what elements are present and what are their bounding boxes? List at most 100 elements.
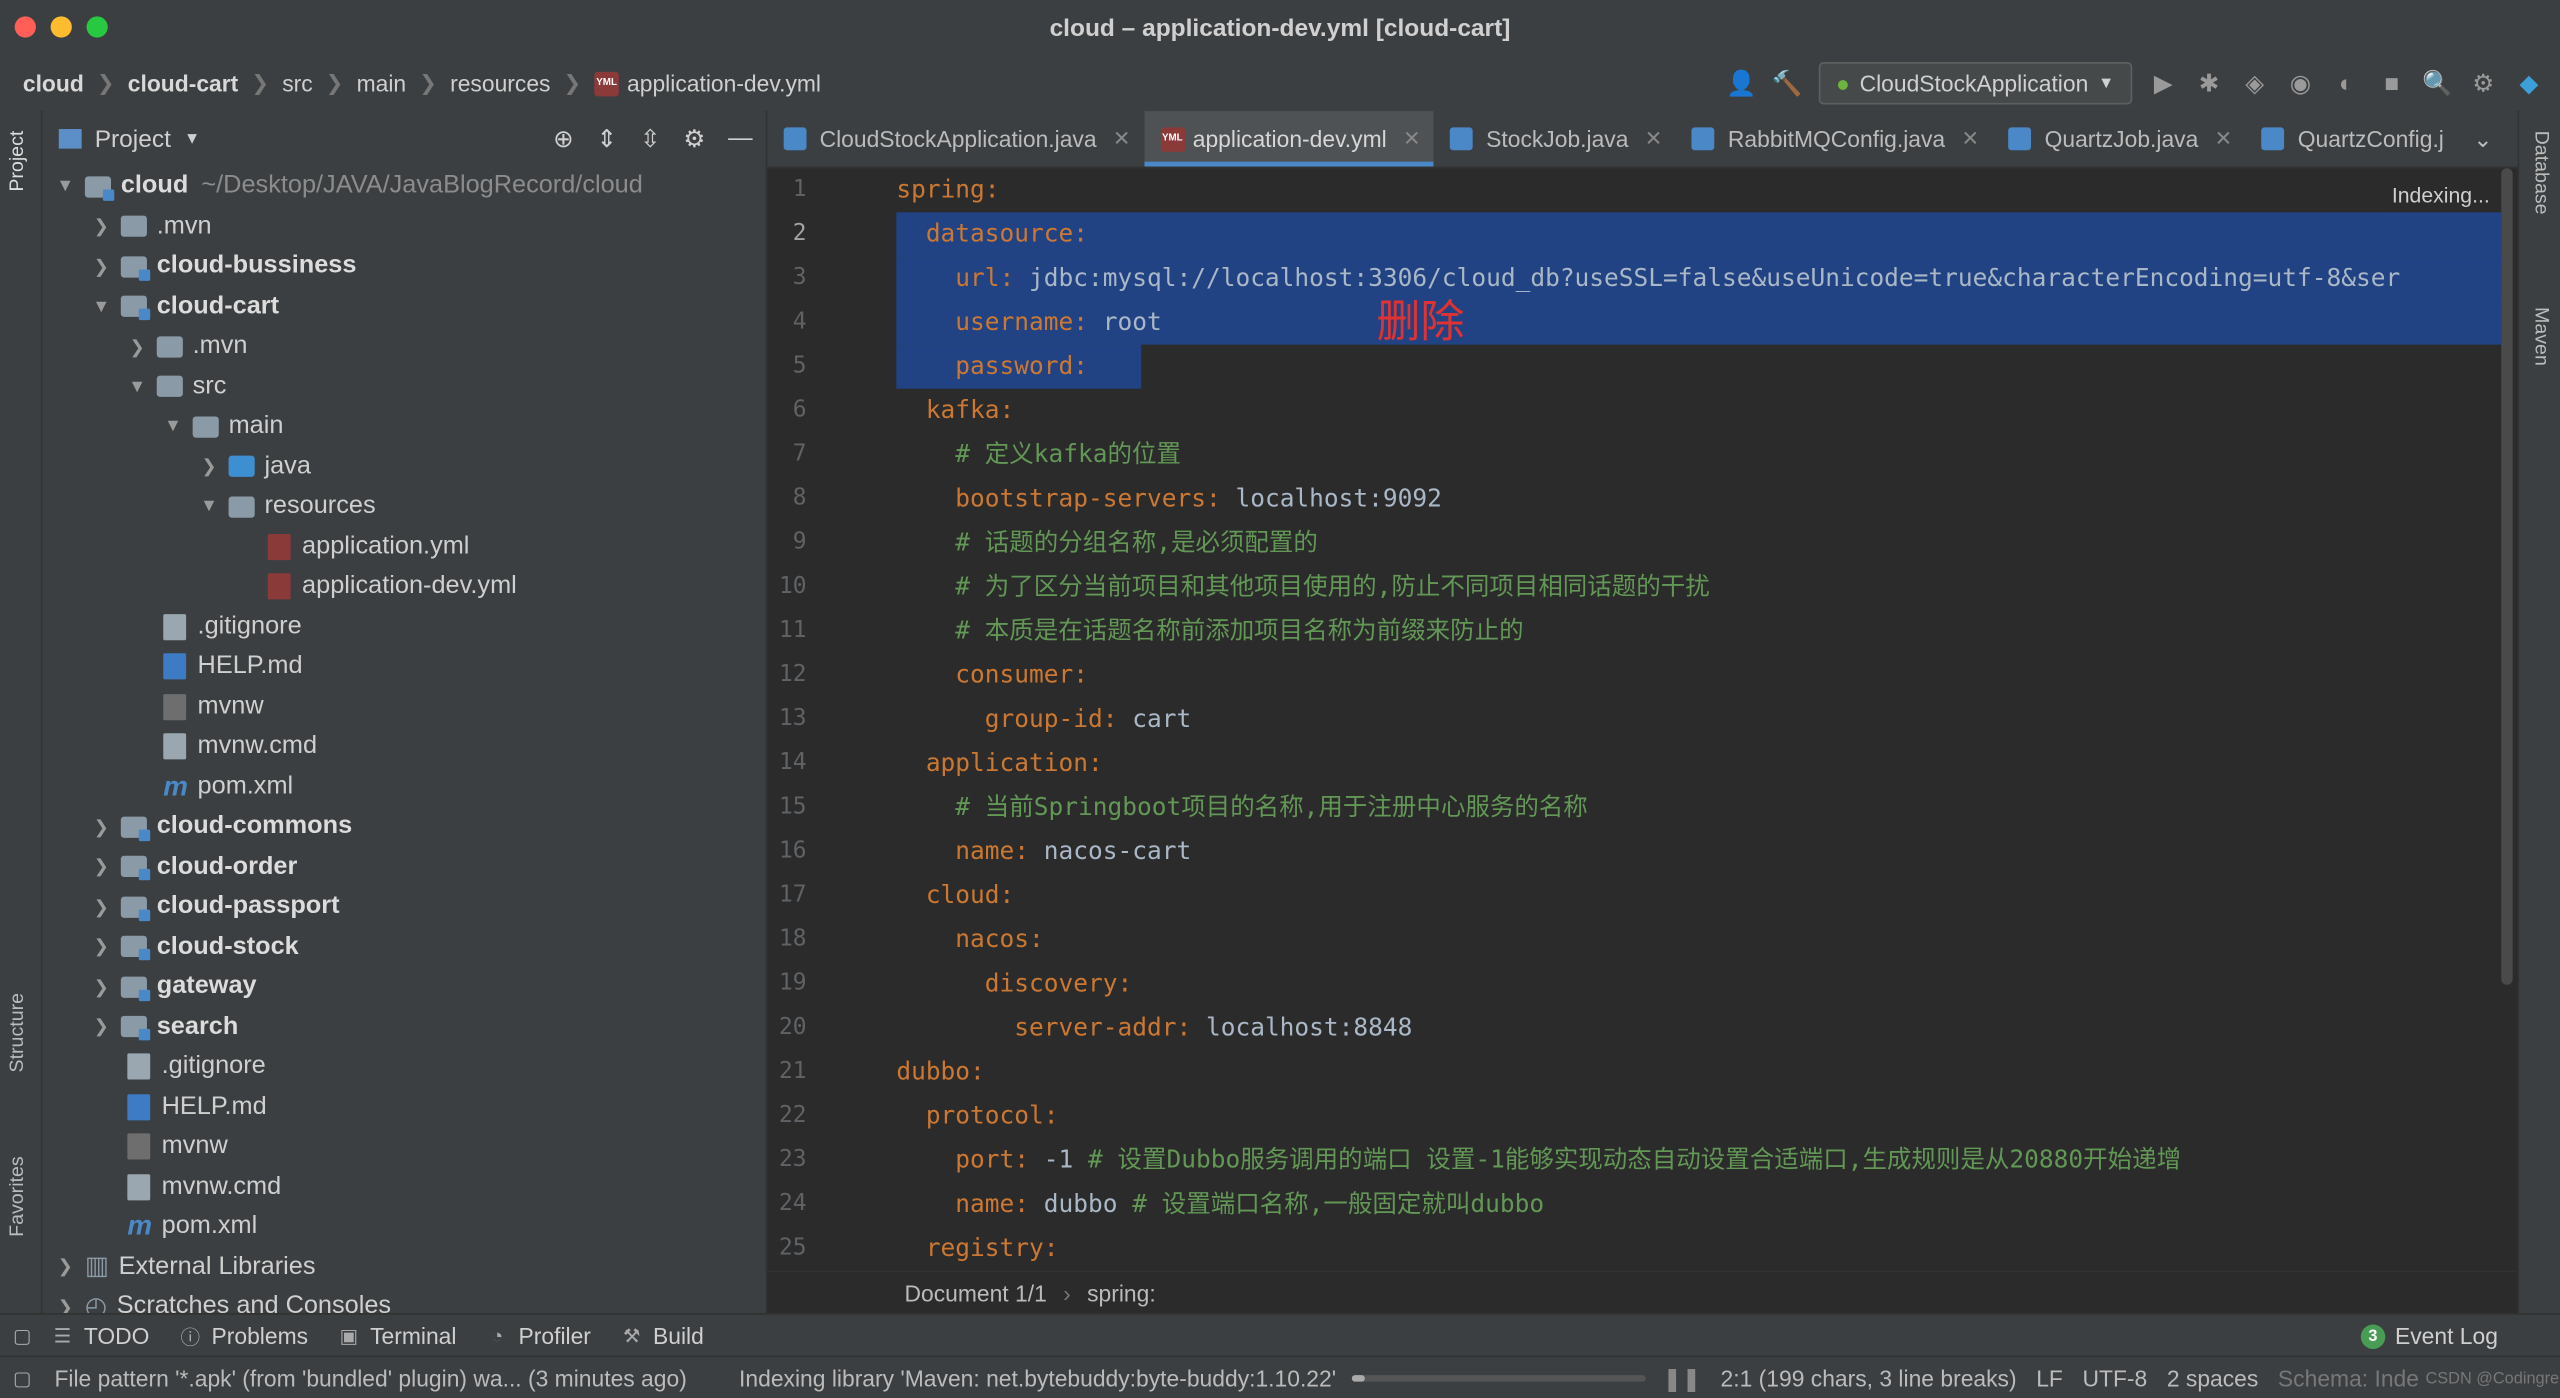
tool-window-build[interactable]: ⚒ Build [620, 1323, 704, 1349]
collapse-all-icon[interactable]: ⇳ [640, 124, 661, 154]
code-line[interactable]: # 当前Springboot项目的名称,用于注册中心服务的名称 [896, 786, 2501, 830]
chevron-right-icon[interactable]: ❯ [56, 1296, 76, 1313]
breadcrumb-item[interactable]: cloud-cart [128, 70, 239, 96]
breadcrumb-item[interactable]: application-dev.yml [627, 70, 821, 96]
tab-database[interactable]: Database [2531, 131, 2554, 215]
chevron-right-icon[interactable]: ❯ [127, 336, 147, 358]
indent-setting[interactable]: 2 spaces [2167, 1365, 2259, 1391]
chevron-down-icon[interactable]: ▼ [163, 417, 183, 437]
caret-position[interactable]: 2:1 (199 chars, 3 line breaks) [1721, 1365, 2017, 1391]
code-line[interactable]: password: [896, 344, 1142, 389]
tree-item[interactable]: m pom.xml [42, 767, 765, 807]
indexing-status[interactable]: Indexing library 'Maven: net.bytebuddy:b… [739, 1365, 1336, 1391]
code-line[interactable]: kafka: [896, 389, 2501, 433]
hide-icon[interactable]: — [728, 124, 752, 153]
tree-item[interactable]: ▼ cloud-cart [42, 287, 765, 327]
tree-item[interactable]: ▼ resources [42, 487, 765, 527]
event-log-button[interactable]: 3 Event Log [2360, 1323, 2498, 1349]
tree-item[interactable]: ❯ ▥ External Libraries [42, 1247, 765, 1287]
code-line[interactable]: url: jdbc:mysql://localhost:3306/cloud_d… [896, 256, 2502, 301]
layout-icon[interactable]: ▢ [13, 1367, 32, 1390]
close-icon[interactable]: ✕ [2215, 126, 2233, 152]
search-icon[interactable]: 🔍 [2422, 69, 2453, 98]
tree-item[interactable]: ❯ cloud-passport [42, 887, 765, 927]
close-icon[interactable]: ✕ [1403, 126, 1421, 152]
close-window-button[interactable] [14, 16, 36, 38]
document-crumb[interactable]: Document 1/1 [904, 1280, 1046, 1306]
hammer-icon[interactable]: 🔨 [1772, 69, 1803, 98]
code-line[interactable]: nacos: [896, 918, 2501, 962]
chevron-right-icon[interactable]: ❯ [91, 936, 111, 958]
tree-item[interactable]: .gitignore [42, 607, 765, 647]
breadcrumb-item[interactable]: src [282, 70, 312, 96]
code-line[interactable]: protocol: [896, 1094, 2501, 1138]
tree-item[interactable]: ❯ cloud-bussiness [42, 247, 765, 287]
tool-window-todo[interactable]: ☰ TODO [51, 1323, 150, 1349]
tab-quartzjob[interactable]: QuartzJob.java ✕ [1992, 111, 2245, 167]
code-line[interactable]: # 为了区分当前项目和其他项目使用的,防止不同项目相同话题的干扰 [896, 565, 2501, 609]
breadcrumb-item[interactable]: resources [450, 70, 550, 96]
debug-icon[interactable]: ✱ [2194, 69, 2223, 98]
code-line[interactable]: # 定义kafka的位置 [896, 433, 2501, 477]
path-crumb[interactable]: spring: [1087, 1280, 1156, 1306]
code-line[interactable]: port: -1 # 设置Dubbo服务调用的端口 设置-1能够实现动态自动设置… [896, 1138, 2501, 1182]
chevron-right-icon[interactable]: ❯ [91, 976, 111, 998]
code-lines[interactable]: spring: datasource: url: jdbc:mysql://lo… [896, 168, 2502, 1271]
file-encoding[interactable]: UTF-8 [2082, 1365, 2147, 1391]
tree-item[interactable]: ▼ main [42, 407, 765, 447]
tab-quartzconfig[interactable]: QuartzConfig.j [2246, 111, 2457, 167]
tool-window-problems[interactable]: ⓘ Problems [179, 1323, 308, 1349]
code-line[interactable]: registry: [896, 1227, 2501, 1271]
code-line[interactable]: bootstrap-servers: localhost:9092 [896, 477, 2501, 521]
tree-item[interactable]: ❯ .mvn [42, 207, 765, 247]
tree-item[interactable]: ❯ search [42, 1007, 765, 1047]
chevron-right-icon[interactable]: ❯ [91, 256, 111, 278]
tab-stockjob[interactable]: StockJob.java ✕ [1434, 111, 1676, 167]
tree-item[interactable]: mvnw [42, 687, 765, 727]
chevron-down-icon[interactable]: ▼ [127, 377, 147, 397]
tab-cloudstockapplication[interactable]: CloudStockApplication.java ✕ [767, 111, 1143, 167]
tab-favorites[interactable]: Favorites [5, 1156, 28, 1237]
status-message[interactable]: File pattern '*.apk' (from 'bundled' plu… [54, 1365, 686, 1391]
code-editor[interactable]: 1 2 3 4 5 6 7 8 9 10 11 12 13 14 15 16 17 18 19 20 21 22 23 24 2… [767, 168, 2502, 1280]
code-line[interactable]: name: nacos-cart [896, 830, 2501, 874]
chevron-down-icon[interactable]: ▼ [184, 130, 200, 148]
close-icon[interactable]: ✕ [1113, 126, 1131, 152]
chevron-right-icon[interactable]: ❯ [199, 456, 219, 478]
chevron-right-icon[interactable]: ❯ [91, 856, 111, 878]
gear-icon[interactable]: ⚙ [2469, 69, 2498, 98]
tab-structure[interactable]: Structure [5, 993, 28, 1073]
chevron-down-icon[interactable]: ▼ [199, 497, 219, 517]
tool-window-profiler[interactable]: ◔ Profiler [486, 1323, 591, 1349]
breadcrumb-item[interactable]: main [357, 70, 407, 96]
expand-all-icon[interactable]: ⇕ [597, 124, 618, 154]
chevron-right-icon[interactable]: ❯ [91, 896, 111, 918]
locate-icon[interactable]: ⊕ [553, 124, 574, 154]
pause-icon[interactable]: ❚❚ [1663, 1365, 1701, 1393]
schema-selector[interactable]: Schema: Inde [2278, 1365, 2419, 1391]
tree-item[interactable]: ❯ java [42, 447, 765, 487]
tree-item[interactable]: mvnw.cmd [42, 727, 765, 767]
gear-icon[interactable]: ⚙ [683, 124, 705, 154]
stop-icon[interactable]: ■ [2377, 69, 2406, 98]
tree-item[interactable]: HELP.md [42, 1087, 765, 1127]
tabs-overflow-button[interactable]: ⌄ [2457, 111, 2506, 167]
chevron-right-icon[interactable]: ❯ [91, 216, 111, 238]
close-icon[interactable]: ✕ [1645, 126, 1663, 152]
code-line[interactable]: group-id: cart [896, 697, 2501, 741]
profile-icon[interactable]: ◉ [2286, 69, 2315, 98]
tab-maven[interactable]: Maven [2531, 307, 2554, 366]
tree-item[interactable]: m pom.xml [42, 1207, 765, 1247]
tree-item[interactable]: application.yml [42, 527, 765, 567]
tree-item[interactable]: HELP.md [42, 647, 765, 687]
tree-item[interactable]: ❯ ◴ Scratches and Consoles [42, 1287, 765, 1313]
code-line[interactable]: spring: [896, 168, 2501, 212]
tab-project[interactable]: Project [5, 131, 28, 192]
tree-item[interactable]: ❯ cloud-commons [42, 807, 765, 847]
plugin-icon[interactable]: ◆ [2514, 69, 2543, 98]
tool-window-terminal[interactable]: ▣ Terminal [337, 1323, 457, 1349]
coverage-icon[interactable]: ◈ [2240, 69, 2269, 98]
code-line[interactable]: # 本质是在话题名称前添加项目名称为前缀来防止的 [896, 609, 2501, 653]
tree-item[interactable]: ❯ cloud-stock [42, 927, 765, 967]
code-line[interactable]: discovery: [896, 962, 2501, 1006]
